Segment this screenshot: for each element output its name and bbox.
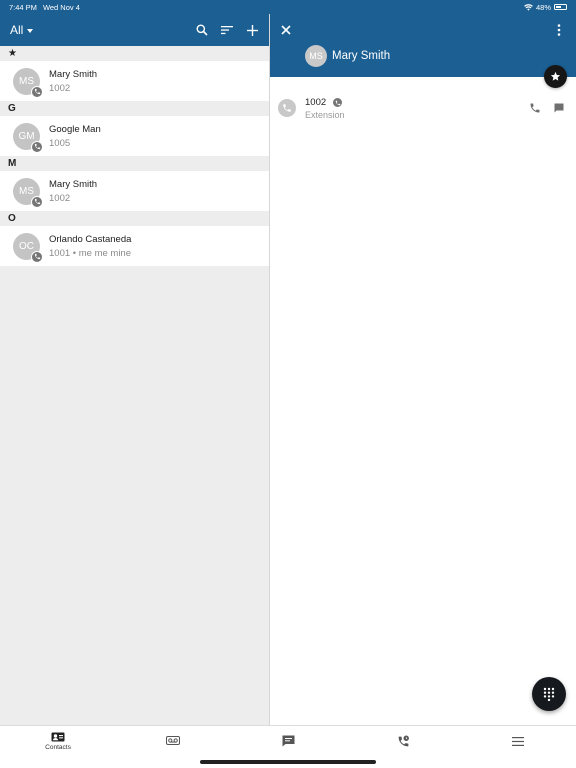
extension-number: 1002 (305, 97, 327, 108)
caret-down-icon (27, 28, 34, 33)
avatar-initials: MS (19, 185, 34, 197)
status-date: Wed Nov 4 (42, 2, 80, 12)
more-options-button[interactable] (552, 23, 566, 37)
filter-dropdown[interactable]: All (10, 23, 34, 37)
nav-call-history[interactable] (373, 735, 433, 748)
contact-name: Mary Smith (49, 68, 98, 80)
contact-text: Google Man 1005 (49, 123, 101, 150)
search-button[interactable] (195, 23, 209, 37)
phone-icon (530, 103, 540, 113)
contact-list: ★ MS Mary Smith 1002 G GM Google Man 100… (0, 46, 269, 725)
nav-menu[interactable] (488, 737, 548, 746)
avatar: MS (13, 177, 43, 208)
contact-subtitle: 1002 (49, 82, 71, 94)
contact-row[interactable]: GM Google Man 1005 (0, 116, 269, 156)
contact-subtitle: 1005 (49, 137, 71, 149)
close-icon (281, 25, 291, 35)
phone-badge-icon (333, 98, 343, 107)
extension-number-line: 1002 (305, 97, 343, 108)
section-header-o: O (8, 213, 16, 224)
phone-badge-icon (31, 195, 43, 208)
contact-text: Mary Smith 1002 (49, 68, 97, 95)
contact-row[interactable]: OC Orlando Castaneda 1001 • me me mine (0, 226, 269, 266)
contact-name: Mary Smith (49, 178, 98, 190)
call-button[interactable] (528, 101, 542, 115)
contact-detail-pane: 1002 Extension (270, 77, 576, 725)
nav-contacts-label: Contacts (45, 744, 71, 751)
contact-name: Google Man (49, 123, 101, 135)
dialpad-icon (543, 687, 555, 701)
nav-voicemail[interactable] (143, 736, 203, 745)
contacts-header: All (0, 14, 269, 46)
phone-badge-icon (31, 140, 43, 153)
nav-contacts[interactable]: Contacts (28, 732, 88, 751)
contact-text: Orlando Castaneda 1001 • me me mine (49, 233, 131, 260)
status-bar: 7:44 PM Wed Nov 4 48% (0, 0, 576, 14)
sort-button[interactable] (220, 23, 234, 37)
avatar-initials: OC (19, 240, 34, 252)
contact-row[interactable]: MS Mary Smith 1002 (0, 61, 269, 101)
extension-row[interactable]: 1002 Extension (270, 93, 576, 125)
section-header-favorites: ★ (8, 48, 17, 59)
avatar: GM (13, 122, 43, 153)
dialpad-button[interactable] (532, 677, 566, 711)
messages-icon (282, 735, 294, 747)
contact-detail-header: MS Mary Smith (270, 14, 576, 77)
message-button[interactable] (552, 101, 566, 115)
call-history-icon (398, 735, 409, 747)
contact-name: Orlando Castaneda (49, 233, 132, 245)
contact-text: Mary Smith 1002 (49, 178, 97, 205)
contact-row[interactable]: MS Mary Smith 1002 (0, 171, 269, 211)
avatar: MS (13, 67, 43, 98)
contacts-icon (51, 732, 65, 742)
phone-circle-icon (278, 99, 296, 117)
detail-avatar: MS (305, 45, 327, 67)
favorite-button[interactable] (544, 65, 567, 88)
status-right: 48% (524, 3, 567, 12)
message-icon (554, 103, 564, 113)
search-icon (196, 24, 208, 36)
menu-icon (512, 737, 524, 746)
add-icon (246, 24, 258, 36)
battery-icon (554, 4, 567, 10)
phone-badge-icon (31, 250, 43, 263)
wifi-icon (524, 3, 533, 11)
close-button[interactable] (279, 23, 293, 37)
contact-subtitle: 1001 • me me mine (49, 247, 132, 259)
filter-label: All (10, 23, 24, 37)
header-actions (195, 23, 259, 37)
avatar-initials: GM (18, 130, 35, 142)
detail-contact-name: Mary Smith (332, 50, 391, 62)
more-vert-icon (557, 24, 561, 36)
detail-avatar-initials: MS (309, 51, 323, 61)
section-header-g: G (8, 103, 16, 114)
voicemail-icon (166, 736, 180, 745)
star-icon (550, 71, 561, 81)
sort-icon (221, 26, 233, 35)
add-contact-button[interactable] (245, 23, 259, 37)
nav-messages[interactable] (258, 735, 318, 747)
contact-subtitle: 1002 (49, 192, 71, 204)
phone-badge-icon (31, 85, 43, 98)
avatar: OC (13, 232, 43, 263)
extension-type: Extension (305, 110, 345, 120)
battery-percent: 48% (535, 2, 551, 12)
section-header-m: M (8, 158, 17, 169)
status-time: 7:44 PM (9, 2, 37, 12)
home-indicator (200, 760, 376, 764)
avatar-initials: MS (19, 75, 34, 87)
